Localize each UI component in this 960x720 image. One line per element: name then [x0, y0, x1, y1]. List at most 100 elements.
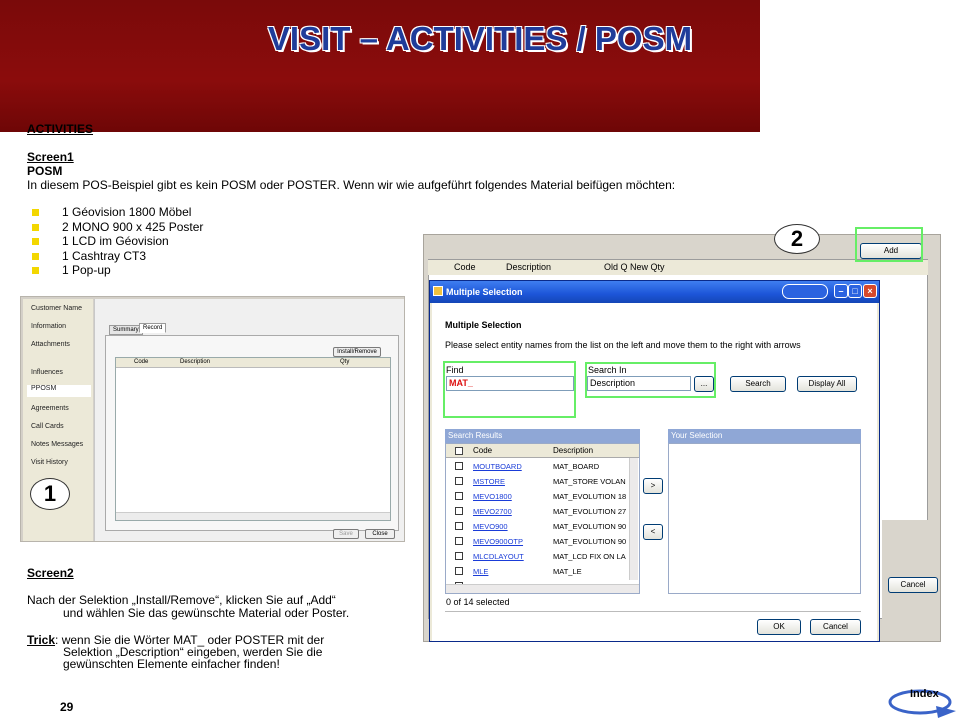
table-row[interactable]: MSTORE MAT_STORE VOLAN [446, 474, 628, 489]
your-selection-list[interactable] [668, 443, 861, 594]
row-code-link[interactable]: MEVO1800 [473, 489, 512, 504]
tab-record[interactable]: Record [139, 323, 167, 333]
table-row[interactable]: MEVO900OTP MAT_EVOLUTION 90 [446, 534, 628, 549]
search-in-highlight [585, 362, 716, 398]
material-list: 1 Géovision 1800 Möbel 2 MONO 900 x 425 … [32, 205, 203, 278]
row-code-link[interactable]: MEVO900 [473, 519, 508, 534]
window-app-icon [433, 286, 443, 296]
results-horizontal-scrollbar[interactable] [446, 584, 639, 593]
row-code-link[interactable]: MEVO900OTP [473, 534, 523, 549]
add-highlight [855, 227, 923, 262]
maximize-icon[interactable]: □ [848, 284, 862, 298]
column-header-code: Code [454, 262, 476, 272]
row-checkbox[interactable] [455, 522, 463, 530]
row-code-link[interactable]: MSTORE [473, 474, 505, 489]
move-left-button[interactable]: < [643, 524, 663, 540]
sidebar-item-attachments[interactable]: Attachments [31, 341, 70, 348]
column-header-description: Description [180, 359, 211, 365]
window-toolbar-pill[interactable] [782, 284, 828, 299]
tab-summary[interactable]: Summary [109, 325, 143, 335]
selected-count: 0 of 14 selected [446, 597, 510, 607]
sidebar-item-customer-name[interactable]: Customer Name [31, 305, 82, 312]
display-all-button[interactable]: Display All [797, 376, 857, 392]
row-code-link[interactable]: MEVO2700 [473, 504, 512, 519]
row-checkbox[interactable] [455, 552, 463, 560]
bullet-icon [32, 209, 39, 216]
curved-arrow-icon [888, 689, 956, 718]
your-selection-header: Your Selection [668, 429, 861, 443]
sidebar-item-information[interactable]: Information [31, 323, 66, 330]
table-row[interactable]: MEVO900 MAT_EVOLUTION 90 [446, 519, 628, 534]
row-description: MAT_EVOLUTION 27 [553, 507, 627, 516]
index-link[interactable]: Index [884, 680, 958, 720]
sidebar-item-agreements[interactable]: Agreements [31, 405, 69, 412]
row-checkbox[interactable] [455, 477, 463, 485]
bullet-icon [32, 223, 39, 231]
search-results-header: Search Results [445, 429, 640, 443]
bullet-icon [32, 267, 39, 274]
sidebar-item-visit-history[interactable]: Visit History [31, 459, 68, 466]
row-description: MAT_EVOLUTION 90 [553, 537, 627, 546]
screen2-label: Screen2 [27, 566, 74, 580]
table-row[interactable]: MEVO2700 MAT_EVOLUTION 27 [446, 504, 628, 519]
horizontal-scrollbar[interactable] [116, 512, 390, 520]
row-description: MAT_LE [553, 567, 582, 576]
screenshot-1: Customer Name Information Attachments In… [20, 296, 405, 542]
row-code-link[interactable]: MLE [473, 564, 488, 579]
multiple-selection-dialog: Multiple Selection – □ × Multiple Select… [429, 280, 880, 642]
table-row[interactable]: MLE MAT_LE [446, 564, 628, 579]
ok-button[interactable]: OK [757, 619, 801, 635]
move-right-button[interactable]: > [643, 478, 663, 494]
close-icon[interactable]: × [863, 284, 877, 298]
table-row[interactable]: MLCDLAYOUT MAT_LCD FIX ON LA [446, 549, 628, 564]
sidebar-item-notes-messages[interactable]: Notes Messages [31, 441, 83, 448]
sidebar-item-call-cards[interactable]: Call Cards [31, 423, 64, 430]
dialog-heading: Multiple Selection [445, 320, 522, 330]
list-item: 1 Géovision 1800 Möbel [32, 205, 203, 220]
row-code-link[interactable]: MOUTBOARD [473, 459, 522, 474]
row-checkbox[interactable] [455, 507, 463, 515]
sidebar-item-pposm[interactable]: PPOSM [27, 385, 91, 397]
grid-header: Code Description Qty [116, 358, 390, 368]
row-code-link[interactable]: MLCDLAYOUT [473, 549, 524, 564]
list-item: 1 LCD im Géovision [32, 234, 203, 249]
minimize-icon[interactable]: – [834, 284, 848, 298]
cancel-button[interactable]: Cancel [810, 619, 861, 635]
trick-label: Trick [27, 633, 56, 647]
row-checkbox[interactable] [455, 492, 463, 500]
sidebar-item-influences[interactable]: Influences [31, 369, 63, 376]
slide-title: VISIT – ACTIVITIES / POSM [267, 20, 693, 57]
table-row[interactable]: MEVO1800 MAT_EVOLUTION 18 [446, 489, 628, 504]
column-header-old-qty: Old Q [604, 262, 628, 272]
page-number: 29 [60, 700, 74, 714]
column-header-description: Description [506, 262, 552, 272]
column-header-description: Description [553, 446, 594, 455]
row-description: MAT_STORE VOLAN [553, 477, 626, 486]
section-heading: ACTIVITIES [27, 122, 94, 136]
screen2-instruction-line2: und wählen Sie das gewünschte Material o… [63, 606, 350, 620]
close-button[interactable]: Close [365, 529, 395, 539]
row-checkbox[interactable] [455, 537, 463, 545]
back-grid-header: Code Description Old Q New Qty [428, 260, 928, 275]
list-item: 1 Pop-up [32, 263, 203, 278]
row-description: MAT_EVOLUTION 18 [553, 492, 627, 501]
row-checkbox[interactable] [455, 567, 463, 575]
row-description: MAT_BOARD [553, 462, 600, 471]
results-vertical-scrollbar[interactable] [629, 458, 638, 580]
step-marker-1: 1 [30, 478, 70, 510]
row-checkbox[interactable] [455, 462, 463, 470]
posm-label: POSM [27, 164, 63, 178]
dialog-title: Multiple Selection [446, 287, 523, 297]
search-results-grid: Code Description MOUTBOARD MAT_BOARD MSTOR… [445, 443, 640, 594]
posm-panel: Summary Record Install/Remove Code Descr… [94, 299, 404, 541]
table-row[interactable]: MOUTBOARD MAT_BOARD [446, 459, 628, 474]
row-description: MAT_EVOLUTION 90 [553, 522, 627, 531]
dialog-body: Multiple Selection Please select entity … [432, 303, 877, 641]
cancel-button-back[interactable]: Cancel [888, 577, 938, 593]
save-button[interactable]: Save [333, 529, 359, 539]
install-remove-button[interactable]: Install/Remove [333, 347, 381, 357]
select-all-checkbox[interactable] [455, 447, 463, 455]
screen1-label: Screen1 [27, 150, 74, 164]
index-label: Index [910, 688, 939, 700]
search-button[interactable]: Search [730, 376, 786, 392]
